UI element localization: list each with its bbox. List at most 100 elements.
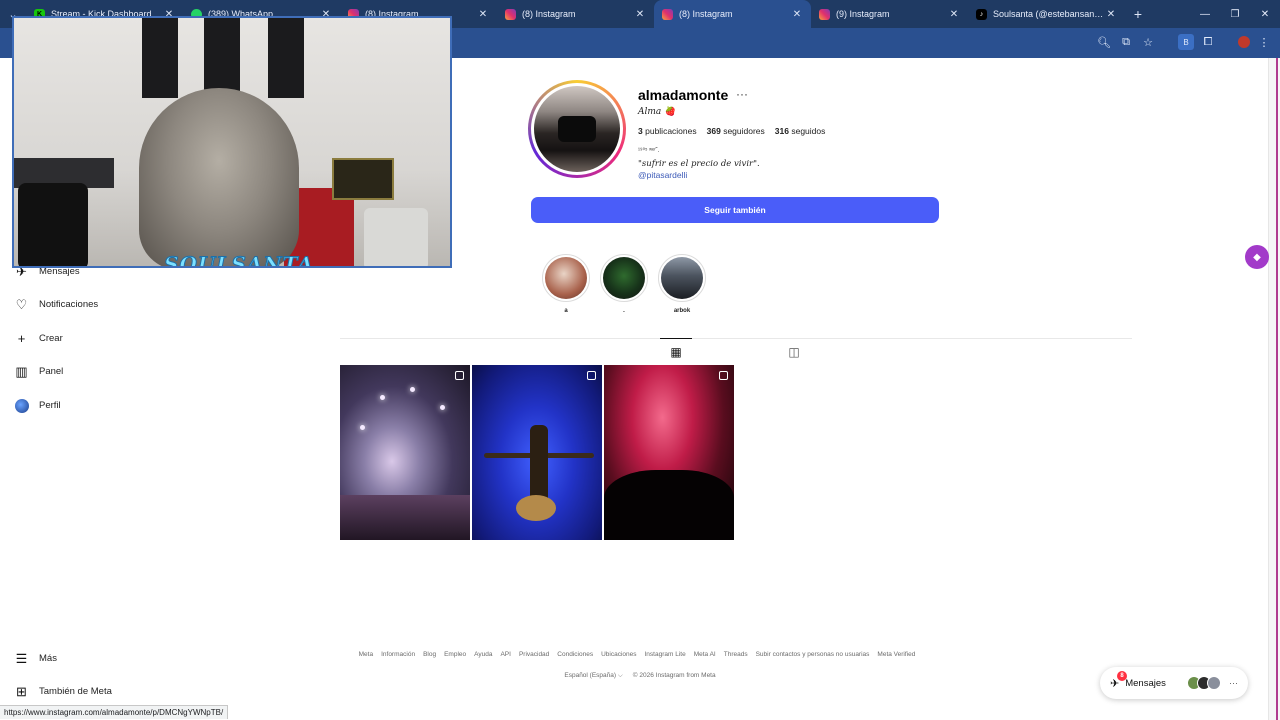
footer-link[interactable]: Empleo xyxy=(444,651,466,658)
close-icon[interactable]: ✕ xyxy=(948,9,960,20)
streamer-head xyxy=(139,88,299,266)
posts-grid-icon[interactable]: ▦ xyxy=(660,338,692,359)
browser-tab[interactable]: ♪ Soulsanta (@estebansantacruz ✕ xyxy=(968,0,1125,28)
footer-link[interactable]: Instagram Lite xyxy=(645,651,686,658)
chair xyxy=(18,183,88,266)
new-tab-button[interactable]: + xyxy=(1125,6,1151,22)
footer-link[interactable]: Condiciones xyxy=(557,651,593,658)
profile-full-name: Alma 🍓 xyxy=(638,107,676,117)
drum xyxy=(364,208,428,266)
highlight-cover xyxy=(658,254,706,302)
profile-tabs: ▦ ◫ xyxy=(340,338,1132,366)
stage-light xyxy=(410,387,415,392)
browser-tab[interactable]: (9) Instagram ✕ xyxy=(811,0,968,28)
posts-stat: 3 publicaciones xyxy=(638,126,697,136)
stage-light xyxy=(440,405,445,410)
profile-avatar-icon xyxy=(14,398,29,413)
restore-icon[interactable]: ❐ xyxy=(1220,0,1250,28)
sidebar-item-panel[interactable]: ▥ Panel xyxy=(14,364,63,379)
webcam-overlay: SOULSANTA xyxy=(12,16,452,268)
extension-floating-icon[interactable]: ◆ xyxy=(1245,245,1269,269)
following-label: seguidos xyxy=(791,126,826,136)
tab-label: (8) Instagram xyxy=(522,9,576,19)
bookmark-star-icon[interactable]: ☆ xyxy=(1140,34,1156,50)
extensions-puzzle-icon[interactable]: ⧠ xyxy=(1200,34,1216,50)
highlight-cover xyxy=(542,254,590,302)
sidebar-item-tambien-de-meta[interactable]: ⊞ También de Meta xyxy=(14,684,112,699)
profile-avatar-icon[interactable] xyxy=(1238,36,1250,48)
posts-label: publicaciones xyxy=(645,126,697,136)
scrollbar[interactable] xyxy=(1268,58,1280,720)
close-icon[interactable]: ✕ xyxy=(791,9,803,20)
acoustic-panel xyxy=(142,18,178,98)
footer-link[interactable]: Meta xyxy=(359,651,373,658)
close-icon[interactable]: ✕ xyxy=(634,9,646,20)
following-count: 316 xyxy=(774,126,789,136)
toolbar-spacer xyxy=(1162,34,1172,50)
sidebar-item-label: Panel xyxy=(39,366,64,377)
footer-links: Meta Información Blog Empleo Ayuda API Privaci… xyxy=(0,651,1280,658)
tiktok-icon: ♪ xyxy=(976,8,987,20)
profile-avatar[interactable] xyxy=(528,80,626,178)
bio-mention-link[interactable]: @pitasardelli xyxy=(638,170,687,180)
browser-tab[interactable]: (8) Instagram ✕ xyxy=(497,0,654,28)
footer-link[interactable]: Blog xyxy=(423,651,436,658)
footer-link[interactable]: Subir contactos y personas no usuarias xyxy=(756,651,870,658)
performer-figure xyxy=(530,425,548,505)
window-close-icon[interactable]: ✕ xyxy=(1250,0,1280,28)
unread-badge: 8 xyxy=(1117,670,1127,681)
sidebar-item-label: Notificaciones xyxy=(39,299,99,310)
cast-icon[interactable]: ⧉ xyxy=(1118,34,1134,50)
close-icon[interactable]: ✕ xyxy=(477,9,489,20)
close-icon[interactable]: ✕ xyxy=(1105,9,1117,20)
highlight-label: a xyxy=(564,308,568,314)
profile-username: almadamonte xyxy=(638,87,729,103)
tagged-icon[interactable]: ◫ xyxy=(786,345,802,359)
browser-menu-icon[interactable]: ⋮ xyxy=(1256,34,1272,50)
follow-back-button[interactable]: Seguir también xyxy=(531,197,939,223)
instagram-icon xyxy=(505,8,516,20)
post-thumbnail[interactable] xyxy=(604,365,734,540)
story-highlight[interactable]: arbok xyxy=(658,254,706,316)
sidebar-item-label: Crear xyxy=(39,333,63,344)
more-options-icon[interactable]: ··· xyxy=(736,87,748,101)
copyright-text: © 2026 Instagram from Meta xyxy=(632,672,716,679)
crowd-silhouette xyxy=(604,470,734,540)
sidebar-item-crear[interactable]: + Crear xyxy=(14,331,63,346)
extension-icon[interactable]: B xyxy=(1178,34,1194,50)
footer-link[interactable]: API xyxy=(500,651,510,658)
tab-label: (8) Instagram xyxy=(679,9,733,19)
footer-link[interactable]: Threads xyxy=(724,651,748,658)
story-highlight[interactable]: a xyxy=(542,254,590,316)
sidebar-item-label: Perfil xyxy=(39,400,61,411)
browser-tab-active[interactable]: (8) Instagram ✕ xyxy=(654,0,811,28)
stage-light xyxy=(380,395,385,400)
footer-link[interactable]: Privacidad xyxy=(519,651,549,658)
language-selector[interactable]: Español (España) ⌵ xyxy=(564,672,622,680)
sidebar-item-perfil[interactable]: Perfil xyxy=(14,398,61,413)
followers-count: 369 xyxy=(706,126,721,136)
instagram-icon xyxy=(819,8,830,20)
followers-stat[interactable]: 369 seguidores xyxy=(707,126,765,136)
minimize-icon[interactable]: — xyxy=(1190,0,1220,28)
bio-quote: "sufrir es el precio de vivir". xyxy=(638,159,760,169)
story-highlight[interactable]: . xyxy=(600,254,648,316)
zoom-icon[interactable]: 🔍︎ xyxy=(1096,34,1112,50)
messages-pill[interactable]: ✈ 8 Mensajes ··· xyxy=(1100,667,1248,699)
footer-link[interactable]: Meta AI xyxy=(694,651,716,658)
post-thumbnail[interactable] xyxy=(340,365,470,540)
footer-link[interactable]: Información xyxy=(381,651,415,658)
send-icon: ✈ 8 xyxy=(1110,670,1127,690)
carousel-icon xyxy=(719,371,728,380)
footer-link[interactable]: Meta Verified xyxy=(877,651,915,658)
footer-link[interactable]: Ayuda xyxy=(474,651,492,658)
acoustic-panel xyxy=(204,18,240,98)
sidebar-item-notificaciones[interactable]: ♡ Notificaciones xyxy=(14,297,98,312)
footer-link[interactable]: Ubicaciones xyxy=(601,651,636,658)
crowd-silhouette xyxy=(340,495,470,540)
scrollbar-edge xyxy=(1276,58,1278,720)
messages-pill-label: Mensajes xyxy=(1125,677,1166,689)
posts-count: 3 xyxy=(638,126,643,136)
post-thumbnail[interactable] xyxy=(472,365,602,540)
following-stat[interactable]: 316 seguidos xyxy=(775,126,826,136)
